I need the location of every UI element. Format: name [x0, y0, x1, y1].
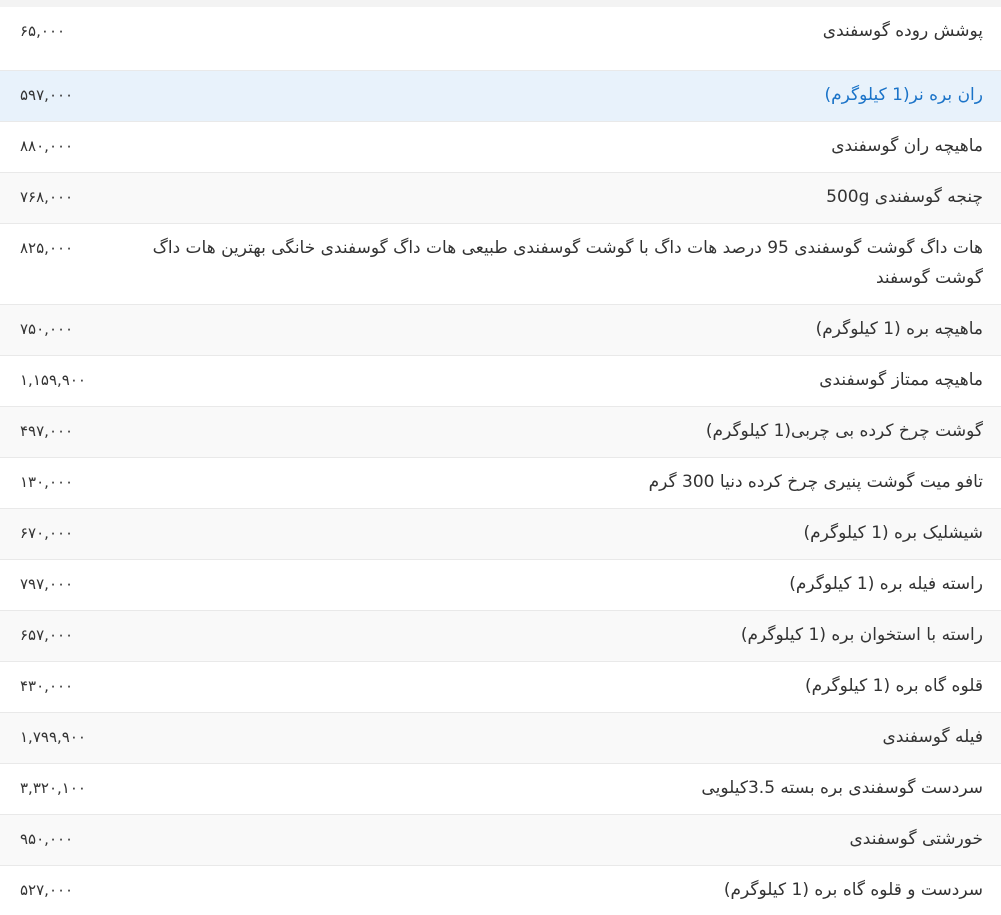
product-name-link[interactable]: ران بره نر(1 کیلوگرم): [73, 80, 984, 110]
product-name: تافو میت گوشت پنیری چرخ کرده دنیا 300 گر…: [648, 472, 983, 492]
product-price: ۶۵,۰۰۰: [20, 22, 66, 40]
product-price: ۱,۷۹۹,۹۰۰: [20, 728, 86, 746]
table-row[interactable]: ۵۹۷,۰۰۰ ران بره نر(1 کیلوگرم): [0, 71, 1001, 122]
product-price: ۶۷۰,۰۰۰: [20, 524, 74, 542]
product-price: ۵۲۷,۰۰۰: [20, 881, 74, 899]
product-name: چنجه گوسفندی 500g: [826, 187, 983, 207]
table-row: ۷۹۷,۰۰۰ راسته فیله بره (1 کیلوگرم): [0, 560, 1001, 611]
product-name: هات داگ گوشت گوسفندی 95 درصد هات داگ با …: [152, 238, 983, 288]
table-row: ۶۷۰,۰۰۰ شیشلیک بره (1 کیلوگرم): [0, 509, 1001, 560]
product-name: قلوه گاه بره (1 کیلوگرم): [805, 676, 983, 696]
product-price: ۱۳۰,۰۰۰: [20, 473, 74, 491]
table-row: ۴۹۷,۰۰۰ گوشت چرخ کرده بی چربی(1 کیلوگرم): [0, 407, 1001, 458]
table-row: ۵۲۷,۰۰۰ سردست و قلوه گاه بره (1 کیلوگرم): [0, 866, 1001, 915]
table-row: ۳,۳۲۰,۱۰۰ سردست گوسفندی بره بسته 3.5کیلو…: [0, 764, 1001, 815]
table-row: ۶۵,۰۰۰ پوشش روده گوسفندی: [0, 7, 1001, 71]
product-price: ۸۲۵,۰۰۰: [20, 239, 74, 257]
product-price: ۴۹۷,۰۰۰: [20, 422, 74, 440]
table-row: ۶۵۷,۰۰۰ راسته با استخوان بره (1 کیلوگرم): [0, 611, 1001, 662]
product-name: گوشت چرخ کرده بی چربی(1 کیلوگرم): [705, 421, 983, 441]
product-name: فیله گوسفندی: [882, 727, 983, 747]
price-table: ۶۵,۰۰۰ پوشش روده گوسفندی ۵۹۷,۰۰۰ ران بره…: [0, 0, 1001, 915]
table-row: ۱,۷۹۹,۹۰۰ فیله گوسفندی: [0, 713, 1001, 764]
product-price: ۶۵۷,۰۰۰: [20, 626, 74, 644]
table-row: ۴۳۰,۰۰۰ قلوه گاه بره (1 کیلوگرم): [0, 662, 1001, 713]
product-name: خورشتی گوسفندی: [849, 829, 983, 849]
product-price: ۹۵۰,۰۰۰: [20, 830, 74, 848]
product-price: ۵۹۷,۰۰۰: [20, 86, 74, 104]
table-row: ۸۸۰,۰۰۰ ماهیچه ران گوسفندی: [0, 122, 1001, 173]
product-name: ماهیچه ممتاز گوسفندی: [819, 370, 983, 390]
table-row: ۹۵۰,۰۰۰ خورشتی گوسفندی: [0, 815, 1001, 866]
product-name: ماهیچه بره (1 کیلوگرم): [815, 319, 983, 339]
product-name: سردست گوسفندی بره بسته 3.5کیلویی: [701, 778, 983, 798]
product-price: ۳,۳۲۰,۱۰۰: [20, 779, 86, 797]
product-price: ۴۳۰,۰۰۰: [20, 677, 74, 695]
product-price: ۱,۱۵۹,۹۰۰: [20, 371, 86, 389]
table-row: ۸۲۵,۰۰۰ هات داگ گوشت گوسفندی 95 درصد هات…: [0, 224, 1001, 305]
table-row: ۷۶۸,۰۰۰ چنجه گوسفندی 500g: [0, 173, 1001, 224]
product-name: پوشش روده گوسفندی: [822, 21, 983, 41]
table-row: ۷۵۰,۰۰۰ ماهیچه بره (1 کیلوگرم): [0, 305, 1001, 356]
product-name: راسته با استخوان بره (1 کیلوگرم): [740, 625, 983, 645]
product-price: ۷۵۰,۰۰۰: [20, 320, 74, 338]
product-name: ماهیچه ران گوسفندی: [831, 136, 983, 156]
product-name: شیشلیک بره (1 کیلوگرم): [803, 523, 983, 543]
table-row: ۱۳۰,۰۰۰ تافو میت گوشت پنیری چرخ کرده دنی…: [0, 458, 1001, 509]
product-name: سردست و قلوه گاه بره (1 کیلوگرم): [723, 880, 983, 900]
product-name: راسته فیله بره (1 کیلوگرم): [789, 574, 983, 594]
product-price: ۷۶۸,۰۰۰: [20, 188, 74, 206]
table-row: ۱,۱۵۹,۹۰۰ ماهیچه ممتاز گوسفندی: [0, 356, 1001, 407]
product-price: ۸۸۰,۰۰۰: [20, 137, 74, 155]
product-price: ۷۹۷,۰۰۰: [20, 575, 74, 593]
